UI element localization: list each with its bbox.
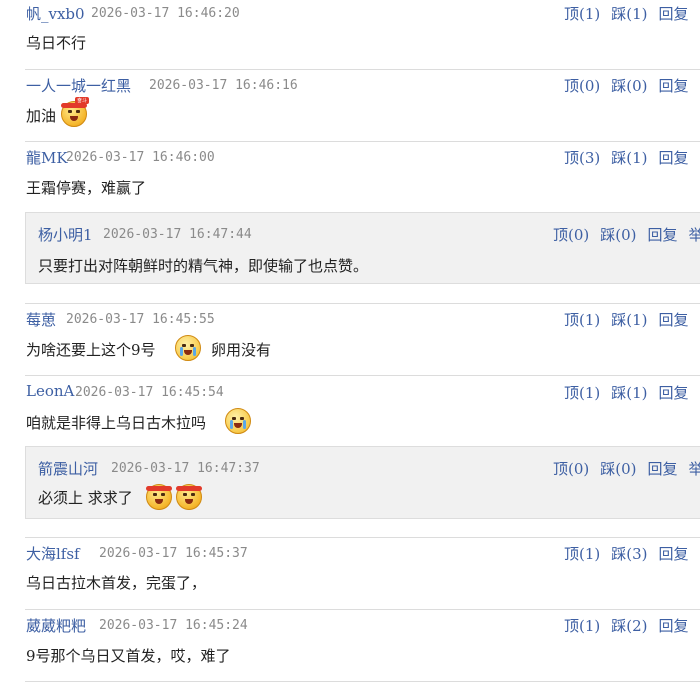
reply-button[interactable]: 回复 <box>659 77 689 95</box>
comment-text: 卵用没有 <box>211 341 272 359</box>
reply-text: 必须上 求求了 <box>38 489 133 507</box>
upvote-button[interactable]: 顶(1) <box>564 311 600 329</box>
comment-actions: 顶(1) 踩(1) 回复 <box>564 382 689 403</box>
downvote-button[interactable]: 踩(1) <box>611 384 647 402</box>
report-button[interactable]: 举 <box>689 460 700 478</box>
upvote-button[interactable]: 顶(1) <box>564 545 600 563</box>
downvote-button[interactable]: 踩(0) <box>611 77 647 95</box>
downvote-button[interactable]: 踩(1) <box>611 311 647 329</box>
downvote-button[interactable]: 踩(1) <box>611 5 647 23</box>
crying-emoji-icon <box>225 408 251 434</box>
divider <box>25 141 700 142</box>
divider <box>25 609 700 610</box>
reply-button[interactable]: 回复 <box>659 545 689 563</box>
reply-button[interactable]: 回复 <box>659 5 689 23</box>
fighting-emoji-icon <box>146 484 172 510</box>
comment-actions: 顶(0) 踩(0) 回复 <box>564 75 689 96</box>
comment-text: 9号那个乌日又首发，哎，难了 <box>26 647 231 665</box>
comment-timestamp: 2026-03-17 16:46:16 <box>149 78 298 93</box>
reply-username[interactable]: 杨小明1 <box>38 224 93 245</box>
reply-button[interactable]: 回复 <box>648 460 678 478</box>
upvote-button[interactable]: 顶(1) <box>564 5 600 23</box>
comment-actions: 顶(1) 踩(3) 回复 <box>564 543 689 564</box>
comment-username[interactable]: 大海lfsf <box>26 543 80 564</box>
report-button[interactable]: 举 <box>689 226 700 244</box>
comment-timestamp: 2026-03-17 16:45:37 <box>99 546 248 561</box>
downvote-button[interactable]: 踩(0) <box>600 460 636 478</box>
comment-username[interactable]: 葳葳粑粑 <box>26 615 86 636</box>
comment-actions: 顶(1) 踩(1) 回复 <box>564 309 689 330</box>
reply-timestamp: 2026-03-17 16:47:37 <box>111 461 260 476</box>
divider <box>25 375 700 376</box>
reply-actions: 顶(0) 踩(0) 回复举 <box>553 224 700 245</box>
comment-text: 咱就是非得上乌日古木拉吗 <box>26 414 207 432</box>
reply-button[interactable]: 回复 <box>659 617 689 635</box>
downvote-button[interactable]: 踩(3) <box>611 545 647 563</box>
divider <box>25 537 700 538</box>
downvote-button[interactable]: 踩(1) <box>611 149 647 167</box>
comment-actions: 顶(1) 踩(1) 回复 <box>564 3 689 24</box>
comment-username[interactable]: LeonA <box>26 382 74 400</box>
reply-button[interactable]: 回复 <box>648 226 678 244</box>
upvote-button[interactable]: 顶(0) <box>553 460 589 478</box>
comment-timestamp: 2026-03-17 16:46:20 <box>91 6 240 21</box>
comment-timestamp: 2026-03-17 16:46:00 <box>66 150 215 165</box>
comment-text: 加油 <box>26 107 57 125</box>
comment-username[interactable]: 一人一城一红黑 <box>26 75 131 96</box>
comment-actions: 顶(3) 踩(1) 回复 <box>564 147 689 168</box>
divider <box>25 681 700 682</box>
reply-actions: 顶(0) 踩(0) 回复举 <box>553 458 700 479</box>
reply-username[interactable]: 箭震山河 <box>38 458 98 479</box>
comment-text: 为啥还要上这个9号 <box>26 341 156 359</box>
upvote-button[interactable]: 顶(0) <box>564 77 600 95</box>
reply-box: 杨小明1 2026-03-17 16:47:44 顶(0) 踩(0) 回复举 只要打… <box>25 212 700 284</box>
fighting-emoji-icon <box>176 484 202 510</box>
upvote-button[interactable]: 顶(1) <box>564 617 600 635</box>
comment-timestamp: 2026-03-17 16:45:24 <box>99 618 248 633</box>
reply-box: 箭震山河 2026-03-17 16:47:37 顶(0) 踩(0) 回复举 必须上… <box>25 446 700 519</box>
comment-actions: 顶(1) 踩(2) 回复 <box>564 615 689 636</box>
downvote-button[interactable]: 踩(0) <box>600 226 636 244</box>
comment-text: 乌日不行 <box>26 34 87 52</box>
comment-text: 乌日古拉木首发，完蛋了， <box>26 574 207 592</box>
downvote-button[interactable]: 踩(2) <box>611 617 647 635</box>
comment-username[interactable]: 莓葸 <box>26 309 56 330</box>
fighting-emoji-icon: 奋斗 <box>61 97 89 127</box>
reply-button[interactable]: 回复 <box>659 149 689 167</box>
upvote-button[interactable]: 顶(1) <box>564 384 600 402</box>
reply-timestamp: 2026-03-17 16:47:44 <box>103 227 252 242</box>
divider <box>25 69 700 70</box>
reply-button[interactable]: 回复 <box>659 311 689 329</box>
reply-text: 只要打出对阵朝鲜时的精气神，即使输了也点赞。 <box>38 257 369 275</box>
reply-button[interactable]: 回复 <box>659 384 689 402</box>
divider <box>25 303 700 304</box>
comment-username[interactable]: 帆_vxb0 <box>26 3 85 24</box>
comment-timestamp: 2026-03-17 16:45:54 <box>75 385 224 400</box>
comment-timestamp: 2026-03-17 16:45:55 <box>66 312 215 327</box>
upvote-button[interactable]: 顶(3) <box>564 149 600 167</box>
comment-text: 王霜停赛，难赢了 <box>26 179 147 197</box>
comment-username[interactable]: 龍MK <box>26 147 68 168</box>
upvote-button[interactable]: 顶(0) <box>553 226 589 244</box>
crying-emoji-icon <box>175 335 201 361</box>
